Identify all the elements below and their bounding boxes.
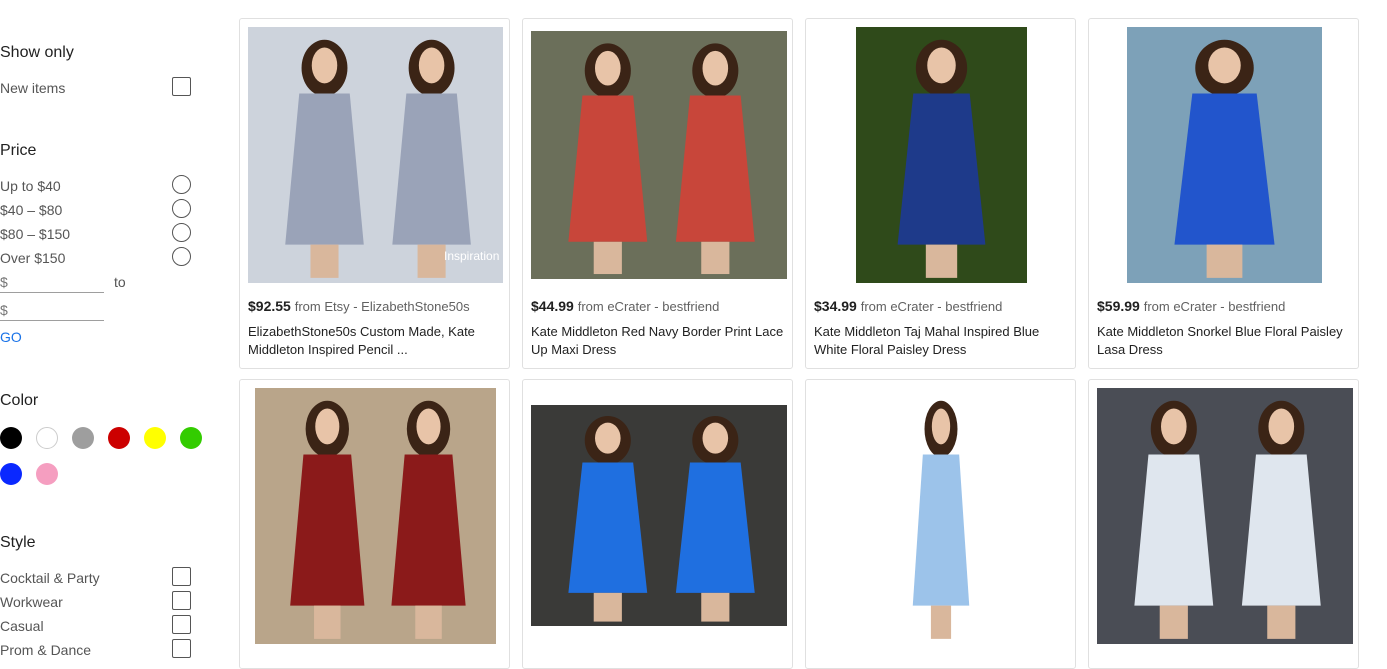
price-to-label: to	[114, 274, 126, 290]
product-price-line: $44.99 from eCrater - bestfriend	[531, 298, 719, 314]
filter-price-over-150[interactable]: Over $150	[0, 247, 192, 269]
product-photo	[531, 405, 787, 626]
product-price-line: $59.99 from eCrater - bestfriend	[1097, 298, 1285, 314]
product-image[interactable]	[856, 27, 1027, 283]
product-card[interactable]	[522, 379, 793, 669]
product-image[interactable]	[255, 388, 496, 644]
product-price-line: $34.99 from eCrater - bestfriend	[814, 298, 1002, 314]
product-card[interactable]	[239, 379, 510, 669]
product-photo	[856, 27, 1027, 283]
filter-label: Over $150	[0, 250, 66, 266]
product-source: from eCrater - bestfriend	[1143, 299, 1286, 314]
filter-label: Prom & Dance	[0, 642, 92, 658]
price-go-button[interactable]: GO	[0, 329, 22, 345]
product-title[interactable]: Kate Middleton Red Navy Border Print Lac…	[531, 323, 786, 359]
price-radio[interactable]	[172, 175, 191, 194]
price-radio[interactable]	[172, 247, 191, 266]
product-photo	[255, 388, 496, 644]
filter-label: Workwear	[0, 594, 63, 610]
price-max-input[interactable]	[0, 300, 104, 321]
product-title[interactable]: Kate Middleton Taj Mahal Inspired Blue W…	[814, 323, 1069, 359]
filter-label: Cocktail & Party	[0, 570, 100, 586]
product-price: $34.99	[814, 298, 857, 314]
color-swatch-pink[interactable]	[36, 463, 58, 485]
filter-style-prom[interactable]: Prom & Dance	[0, 639, 192, 661]
color-swatch-blue[interactable]	[0, 463, 22, 485]
product-card[interactable]: Inspiration $92.55 from Etsy - Elizabeth…	[239, 18, 510, 369]
product-photo	[248, 27, 503, 283]
filter-label: Up to $40	[0, 178, 61, 194]
product-source: from Etsy - ElizabethStone50s	[294, 299, 470, 314]
style-checkbox[interactable]	[172, 567, 191, 586]
filter-new-items[interactable]: New items	[0, 77, 192, 99]
product-price: $44.99	[531, 298, 574, 314]
product-card[interactable]	[1088, 379, 1359, 669]
product-source: from eCrater - bestfriend	[860, 299, 1003, 314]
filter-label: $80 – $150	[0, 226, 71, 242]
product-card[interactable]: $34.99 from eCrater - bestfriend Kate Mi…	[805, 18, 1076, 369]
product-image[interactable]	[248, 27, 503, 283]
product-card[interactable]: $59.99 from eCrater - bestfriend Kate Mi…	[1088, 18, 1359, 369]
style-checkbox[interactable]	[172, 591, 191, 610]
product-price-line: $92.55 from Etsy - ElizabethStone50s	[248, 298, 470, 314]
price-radio[interactable]	[172, 223, 191, 242]
style-checkbox[interactable]	[172, 639, 191, 658]
product-image[interactable]	[531, 405, 787, 626]
product-image[interactable]	[1097, 388, 1353, 644]
show-only-heading: Show only	[0, 44, 74, 61]
inspiration-label: Inspiration	[444, 249, 500, 263]
price-radio[interactable]	[172, 199, 191, 218]
color-swatch-yellow[interactable]	[144, 427, 166, 449]
product-card[interactable]	[805, 379, 1076, 669]
filter-sidebar: Show only New items Price Up to $40 $40 …	[0, 0, 202, 658]
product-source: from eCrater - bestfriend	[577, 299, 720, 314]
product-photo	[1097, 388, 1353, 644]
filter-style-workwear[interactable]: Workwear	[0, 591, 192, 613]
filter-price-40-80[interactable]: $40 – $80	[0, 199, 192, 221]
filter-label: New items	[0, 80, 66, 96]
color-swatch-black[interactable]	[0, 427, 22, 449]
filter-label: Casual	[0, 618, 44, 634]
color-heading: Color	[0, 392, 39, 409]
product-photo	[886, 388, 996, 644]
product-card[interactable]: $44.99 from eCrater - bestfriend Kate Mi…	[522, 18, 793, 369]
new-items-checkbox[interactable]	[172, 77, 191, 96]
filter-price-up-to-40[interactable]: Up to $40	[0, 175, 192, 197]
color-swatch-green[interactable]	[180, 427, 202, 449]
product-title[interactable]: Kate Middleton Snorkel Blue Floral Paisl…	[1097, 323, 1352, 359]
style-heading: Style	[0, 534, 36, 551]
product-photo	[1127, 27, 1322, 283]
product-image[interactable]	[886, 388, 996, 644]
product-image[interactable]	[531, 31, 787, 279]
product-photo	[531, 31, 787, 279]
color-swatch-white[interactable]	[36, 427, 58, 449]
product-title[interactable]: ElizabethStone50s Custom Made, Kate Midd…	[248, 323, 503, 359]
price-heading: Price	[0, 142, 37, 159]
product-price: $92.55	[248, 298, 291, 314]
filter-label: $40 – $80	[0, 202, 63, 218]
style-checkbox[interactable]	[172, 615, 191, 634]
color-swatch-red[interactable]	[108, 427, 130, 449]
filter-style-casual[interactable]: Casual	[0, 615, 192, 637]
filter-style-cocktail[interactable]: Cocktail & Party	[0, 567, 192, 589]
product-price: $59.99	[1097, 298, 1140, 314]
product-image[interactable]	[1127, 27, 1322, 283]
filter-price-80-150[interactable]: $80 – $150	[0, 223, 192, 245]
color-swatch-gray[interactable]	[72, 427, 94, 449]
price-min-input[interactable]	[0, 272, 104, 293]
